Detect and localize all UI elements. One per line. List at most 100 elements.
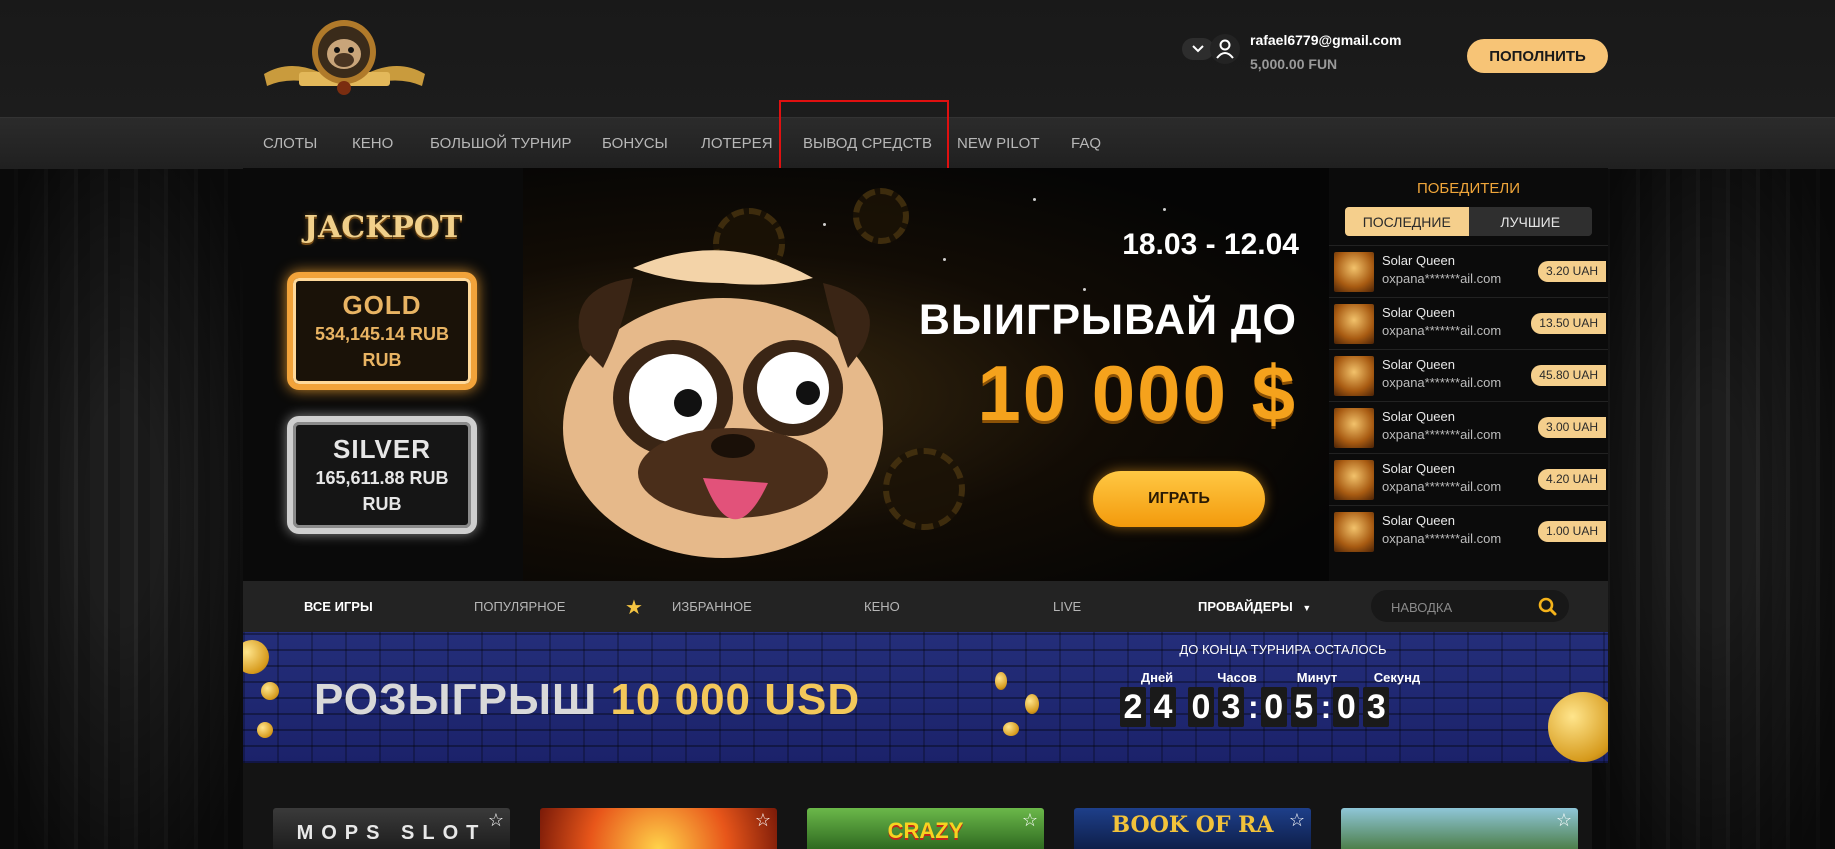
winner-user: oxpana*******ail.com bbox=[1382, 531, 1502, 546]
winners-panel: ПОБЕДИТЕЛИ ПОСЛЕДНИЕ ЛУЧШИЕ Solar Queen … bbox=[1329, 168, 1608, 581]
star-outline-icon[interactable]: ☆ bbox=[1022, 810, 1038, 831]
countdown-separator: : bbox=[1248, 688, 1259, 725]
topup-button[interactable]: ПОПОЛНИТЬ bbox=[1467, 39, 1608, 73]
winner-row[interactable]: Solar Queen oxpana*******ail.com 45.80 U… bbox=[1329, 349, 1608, 401]
filter-all-games[interactable]: ВСЕ ИГРЫ bbox=[304, 581, 373, 632]
sparkle bbox=[943, 258, 946, 261]
main-banner: JACKPOT GOLD 534,145.14 RUB RUB SILVER 1… bbox=[243, 168, 1608, 581]
solar-queen-thumbnail bbox=[1334, 512, 1374, 552]
winner-amount: 3.00 UAH bbox=[1537, 417, 1606, 438]
game-tile[interactable]: ☆ bbox=[1341, 808, 1578, 849]
coin-decoration bbox=[261, 682, 279, 700]
game-title: CRAZY bbox=[887, 818, 964, 843]
game-tile[interactable]: MOPS SLOT ☆ bbox=[273, 808, 510, 849]
background-bars-right bbox=[1592, 168, 1835, 849]
winner-row[interactable]: Solar Queen oxpana*******ail.com 3.00 UA… bbox=[1329, 401, 1608, 453]
countdown-digit: 2 bbox=[1120, 687, 1146, 727]
coin-decoration bbox=[1548, 692, 1608, 762]
site-logo[interactable] bbox=[259, 14, 430, 97]
tournament-title: РОЗЫГРЫШ 10 000 USD bbox=[314, 675, 860, 725]
winners-title: ПОБЕДИТЕЛИ bbox=[1416, 180, 1521, 197]
tournament-title-prefix: РОЗЫГРЫШ bbox=[314, 675, 598, 724]
game-title: MOPS SLOT bbox=[296, 822, 487, 844]
winner-game: Solar Queen bbox=[1382, 461, 1455, 476]
user-email: rafael6779@gmail.com bbox=[1250, 32, 1402, 48]
game-title: BOOK OF RA bbox=[1111, 812, 1274, 838]
promo-banner[interactable]: 18.03 - 12.04 ВЫИГРЫВАЙ ДО 10 000 $ ИГРА… bbox=[523, 168, 1329, 581]
winner-row[interactable]: Solar Queen oxpana*******ail.com 3.20 UA… bbox=[1329, 245, 1608, 297]
winner-game: Solar Queen bbox=[1382, 409, 1455, 424]
user-menu[interactable] bbox=[1182, 34, 1240, 64]
coin-decoration bbox=[995, 672, 1007, 690]
winner-game: Solar Queen bbox=[1382, 357, 1455, 372]
sparkle bbox=[1033, 198, 1036, 201]
nav-item-faq[interactable]: FAQ bbox=[1071, 118, 1101, 169]
promo-dates: 18.03 - 12.04 bbox=[1122, 228, 1299, 261]
star-outline-icon[interactable]: ☆ bbox=[1289, 810, 1305, 831]
winner-row[interactable]: Solar Queen oxpana*******ail.com 4.20 UA… bbox=[1329, 453, 1608, 505]
search-box bbox=[1371, 590, 1569, 624]
winner-amount: 1.00 UAH bbox=[1537, 521, 1606, 542]
winners-tabs: ПОСЛЕДНИЕ ЛУЧШИЕ bbox=[1345, 207, 1592, 236]
star-outline-icon[interactable]: ☆ bbox=[1556, 810, 1572, 831]
game-tile[interactable]: CRAZY ☆ bbox=[807, 808, 1044, 849]
game-tile[interactable]: ☆ bbox=[540, 808, 777, 849]
nav-item-withdrawal[interactable]: ВЫВОД СРЕДСТВ bbox=[803, 118, 932, 169]
winner-game: Solar Queen bbox=[1382, 305, 1455, 320]
countdown-label-minutes: Минут bbox=[1296, 670, 1338, 685]
countdown-digit: 0 bbox=[1333, 687, 1360, 727]
coin-decoration bbox=[243, 640, 269, 674]
filter-keno[interactable]: КЕНО bbox=[864, 581, 900, 632]
countdown-digit: 0 bbox=[1188, 687, 1214, 727]
tournament-banner[interactable]: РОЗЫГРЫШ 10 000 USD ДО КОНЦА ТУРНИРА ОСТ… bbox=[243, 632, 1608, 763]
solar-queen-thumbnail bbox=[1334, 408, 1374, 448]
search-input[interactable] bbox=[1389, 590, 1533, 624]
star-outline-icon[interactable]: ☆ bbox=[755, 810, 771, 831]
filter-popular[interactable]: ПОПУЛЯРНОЕ bbox=[474, 581, 565, 632]
solar-queen-thumbnail bbox=[1334, 252, 1374, 292]
countdown-timer: 2 4 0 3 : 0 5 : 0 3 bbox=[1120, 687, 1393, 727]
winners-list: Solar Queen oxpana*******ail.com 3.20 UA… bbox=[1329, 245, 1608, 557]
game-tile[interactable]: BOOK OF RA ☆ bbox=[1074, 808, 1311, 849]
filter-favorites[interactable]: ИЗБРАННОЕ bbox=[672, 581, 752, 632]
coin-decoration bbox=[257, 722, 273, 738]
jackpot-silver-currency: RUB bbox=[362, 493, 402, 514]
jackpot-gold-value: 534,145.14 RUB bbox=[314, 323, 450, 344]
winner-row[interactable]: Solar Queen oxpana*******ail.com 13.50 U… bbox=[1329, 297, 1608, 349]
main-nav: СЛОТЫ КЕНО БОЛЬШОЙ ТУРНИР БОНУСЫ ЛОТЕРЕЯ… bbox=[0, 117, 1835, 169]
star-icon: ★ bbox=[625, 597, 643, 619]
tab-latest[interactable]: ПОСЛЕДНИЕ bbox=[1345, 207, 1469, 236]
nav-item-big-tournament[interactable]: БОЛЬШОЙ ТУРНИР bbox=[430, 118, 572, 169]
user-icon[interactable] bbox=[1210, 34, 1240, 64]
tournament-time-left-label: ДО КОНЦА ТУРНИРА ОСТАЛОСЬ bbox=[1179, 642, 1387, 657]
countdown-digit: 5 bbox=[1290, 687, 1317, 727]
caret-down-icon: ▼ bbox=[1302, 603, 1312, 613]
search-icon[interactable] bbox=[1538, 597, 1557, 616]
pug-mascot-icon bbox=[563, 250, 883, 558]
background-bars-left bbox=[0, 168, 243, 849]
filter-providers-label: ПРОВАЙДЕРЫ bbox=[1198, 599, 1293, 614]
winner-row[interactable]: Solar Queen oxpana*******ail.com 1.00 UA… bbox=[1329, 505, 1608, 557]
play-button[interactable]: ИГРАТЬ bbox=[1093, 471, 1265, 527]
nav-item-new-pilot[interactable]: NEW PILOT bbox=[957, 118, 1040, 169]
nav-item-bonuses[interactable]: БОНУСЫ bbox=[602, 118, 668, 169]
user-info: rafael6779@gmail.com 5,000.00 FUN bbox=[1250, 32, 1401, 72]
nav-item-lottery[interactable]: ЛОТЕРЕЯ bbox=[701, 118, 773, 169]
winner-amount: 13.50 UAH bbox=[1531, 313, 1606, 334]
countdown-digit: 4 bbox=[1150, 687, 1176, 727]
winner-user: oxpana*******ail.com bbox=[1382, 427, 1502, 442]
promo-amount: 10 000 $ bbox=[977, 349, 1297, 437]
sparkle bbox=[1163, 208, 1166, 211]
star-outline-icon[interactable]: ☆ bbox=[488, 810, 504, 831]
countdown-separator: : bbox=[1320, 688, 1332, 725]
jackpot-gold: GOLD 534,145.14 RUB RUB bbox=[287, 272, 477, 390]
tournament-title-amount: 10 000 USD bbox=[610, 675, 861, 724]
solar-queen-thumbnail bbox=[1334, 460, 1374, 500]
filter-providers[interactable]: ПРОВАЙДЕРЫ ▼ bbox=[1198, 581, 1311, 632]
tab-best[interactable]: ЛУЧШИЕ bbox=[1468, 207, 1592, 236]
countdown-label-seconds: Секунд bbox=[1373, 670, 1421, 685]
winner-amount: 4.20 UAH bbox=[1537, 469, 1606, 490]
nav-item-slots[interactable]: СЛОТЫ bbox=[263, 118, 317, 169]
nav-item-keno[interactable]: КЕНО bbox=[352, 118, 393, 169]
filter-live[interactable]: LIVE bbox=[1053, 581, 1081, 632]
